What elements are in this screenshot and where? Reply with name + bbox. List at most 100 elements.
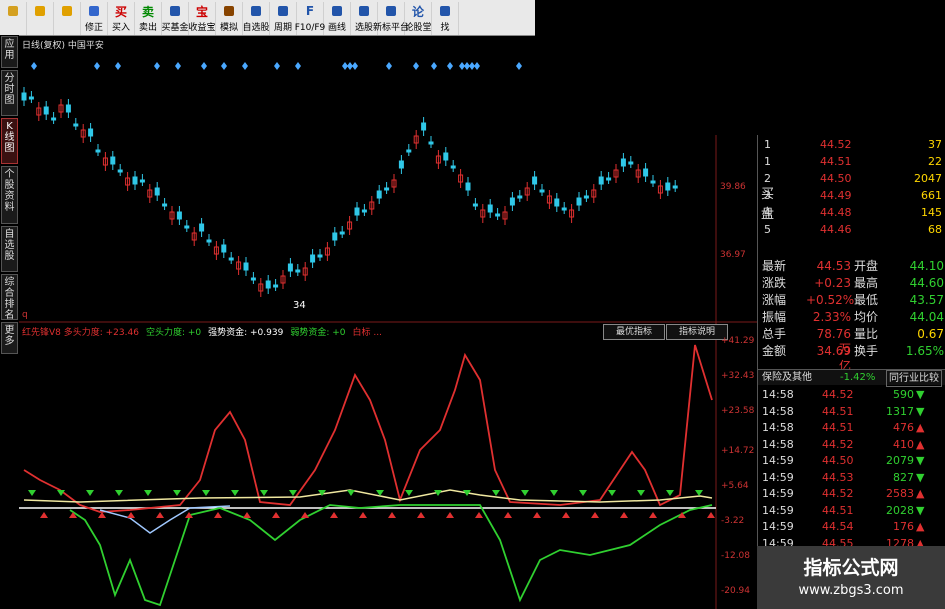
buy-row: 2 44.50 2047 [758,171,945,186]
stat-value: 43.57 [909,293,944,307]
stat-label: 金额 [762,344,787,358]
candle [361,209,367,213]
candle [110,156,116,165]
stat-label: 总手 [762,327,787,341]
candle [310,254,316,263]
down-arrow-icon [28,490,36,496]
indicator-y-label: -12.08 [721,551,751,561]
indicator-help-button[interactable]: 指标说明 [666,324,728,340]
tick-time: 14:59 [762,454,794,467]
signal-diamond [201,62,207,70]
sector-compare-button[interactable]: 同行业比较 [886,370,942,387]
signal-diamond [352,62,358,70]
candle [317,254,323,258]
stat-label: 涨幅 [762,293,787,307]
down-arrow-icon [86,490,94,496]
indicator-y-label: -20.94 [721,586,751,596]
candle [650,180,656,184]
indicator-y-label: +32.43 [721,371,755,381]
stat-label: 涨跌 [762,276,787,290]
candle [672,185,678,189]
stat-label: 量比 [854,327,879,341]
candle [554,198,560,207]
tick-volume: 827 [893,470,914,484]
candle [88,128,94,137]
candle [221,244,227,253]
tick-price: 44.52 [822,487,854,500]
watermark: 指标公式网 www.zbgs3.com [757,546,945,609]
up-arrow-icon [591,512,599,518]
bear-force-line [69,504,713,607]
tick-volume: 410 [893,437,914,451]
buy-level: 1 [764,138,771,151]
up-arrow-icon [446,512,454,518]
buy-volume: 145 [921,206,942,219]
signal-diamond [431,62,437,70]
tick-volume: 1317 [886,404,914,418]
indicator-y-label: -3.22 [721,516,745,526]
buy-volume: 661 [921,189,942,202]
tick-row: 14:58 44.51 476 ▲ [758,420,945,435]
indicator-y-label: +5.64 [721,481,749,491]
signal-diamond [413,62,419,70]
candle [51,117,57,121]
buy-row: 4 44.48 145 [758,205,945,220]
indicator-y-label: +14.72 [721,446,755,456]
tick-volume: 476 [893,421,914,434]
tick-volume: 176 [893,520,914,533]
signal-diamond [474,62,480,70]
best-indicator-button[interactable]: 最优指标 [603,324,665,340]
candle [443,152,449,161]
candle [406,149,412,153]
candle [332,232,338,241]
down-arrow-icon [173,490,181,496]
stat-value: 0.67 [917,327,944,341]
up-arrow-icon: ▲ [916,437,925,451]
stat-row: 最新 44.53 开盘 44.10 [758,259,945,274]
candle [139,179,145,183]
stat-label: 开盘 [854,259,879,273]
candle [43,106,49,115]
indicator-y-label: +41.29 [721,336,755,346]
up-arrow-icon [417,512,425,518]
candle [228,257,234,261]
candle [561,207,567,211]
signal-diamond [94,62,100,70]
up-arrow-icon [707,512,715,518]
buy-price: 44.46 [820,223,852,236]
up-arrow-icon [156,512,164,518]
tick-time: 14:59 [762,487,794,500]
down-arrow-icon [260,490,268,496]
price-label-low: 36.97 [720,250,746,260]
legend-item: 红先锋V8 多头力度: +23.46 [22,328,139,338]
up-arrow-icon [98,512,106,518]
up-arrow-icon: ▲ [916,520,925,533]
low-marker: 34 [293,300,306,311]
candle [628,161,634,165]
down-arrow-icon [405,490,413,496]
signal-diamond [154,62,160,70]
buy-row: 5 44.46 68 [758,222,945,237]
buy-price: 44.49 [820,189,852,202]
stat-label: 最新 [762,259,787,273]
bull-force-line [23,344,713,513]
up-arrow-icon [620,512,628,518]
stat-value: +0.23 [814,276,851,290]
candle [384,187,390,191]
candle [532,176,538,185]
stat-row: 涨幅 +0.52% 最低 43.57 [758,293,945,308]
candle [295,269,301,273]
buy-level: 2 [764,172,771,185]
up-arrow-icon [359,512,367,518]
candle [243,262,249,271]
candle [206,239,212,243]
down-arrow-icon: ▼ [916,503,925,517]
up-arrow-icon [243,512,251,518]
buy-volume: 37 [928,138,942,151]
tick-price: 44.50 [822,454,854,467]
down-arrow-icon [144,490,152,496]
stat-value: 2.33% [812,310,851,324]
tick-volume: 590 [893,388,914,401]
candle [95,149,101,153]
up-arrow-icon [330,512,338,518]
